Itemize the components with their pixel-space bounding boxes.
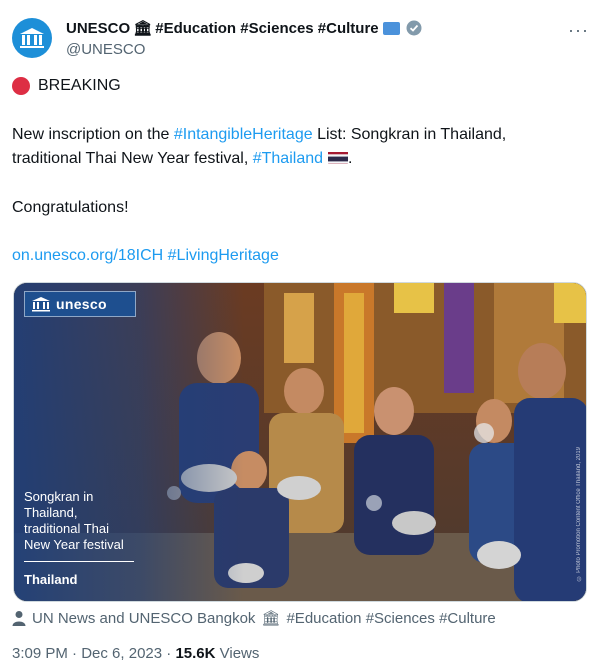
- breaking-line: BREAKING: [12, 77, 121, 95]
- tweet-text-prefix-2: traditional Thai New Year festival,: [12, 150, 253, 167]
- person-icon: [12, 611, 26, 626]
- tagged-users[interactable]: UN News and UNESCO Bangkok 🏛 #Education …: [12, 609, 496, 627]
- meta-separator: ·: [67, 645, 82, 662]
- media-caption: Songkran in Thailand, traditional Thai N…: [24, 489, 124, 552]
- hashtag-livingheritage-link[interactable]: #LivingHeritage: [168, 247, 279, 264]
- author-name-suffix[interactable]: #Education #Sciences #Culture: [155, 20, 378, 37]
- media-country: Thailand: [24, 572, 78, 587]
- tweet-time[interactable]: 3:09 PM: [12, 645, 68, 662]
- tweet-text-suffix: List: Songkran in Thailand,: [312, 126, 507, 143]
- unesco-logo-text: unesco: [56, 296, 107, 312]
- unesco-temple-icon: [20, 28, 44, 48]
- more-options-button[interactable]: ···: [568, 20, 589, 41]
- breaking-text: BREAKING: [38, 77, 121, 94]
- views-label: Views: [215, 645, 260, 662]
- unesco-temple-icon: [32, 297, 50, 312]
- tweet-text-prefix: New inscription on the: [12, 126, 174, 143]
- author-handle[interactable]: @UNESCO: [66, 41, 145, 58]
- caption-divider: [24, 561, 134, 562]
- links-line: on.unesco.org/18ICH #LivingHeritage: [12, 244, 279, 268]
- thailand-flag-icon: [328, 150, 349, 164]
- tweet-text-end: .: [348, 150, 353, 167]
- verified-badge-icon: [406, 20, 422, 36]
- tweet-date[interactable]: Dec 6, 2023: [81, 645, 162, 662]
- red-circle-icon: [12, 77, 30, 95]
- author-name[interactable]: UNESCO: [66, 20, 130, 37]
- hashtag-intangibleheritage-link[interactable]: #IntangibleHeritage: [174, 126, 313, 143]
- tweet-meta: 3:09 PM · Dec 6, 2023 · 15.6K Views: [12, 645, 259, 662]
- tagged-text[interactable]: UN News and UNESCO Bangkok: [32, 610, 255, 627]
- unesco-logo: unesco: [24, 291, 136, 317]
- festival-photo: [14, 283, 586, 601]
- tweet-text-line-2: traditional Thai New Year festival, #Tha…: [12, 147, 352, 171]
- classical-building-icon: 🏛: [261, 610, 281, 627]
- avatar[interactable]: [12, 18, 52, 58]
- author-name-row[interactable]: UNESCO 🏛 #Education #Sciences #Culture: [66, 19, 422, 37]
- meta-separator: ·: [162, 645, 176, 662]
- photo-credit: © Photo Promotion Content Office Thailan…: [576, 447, 582, 581]
- views-count: 15.6K: [175, 645, 216, 662]
- hashtag-thailand-link[interactable]: #Thailand: [253, 150, 323, 167]
- unesco-short-link[interactable]: on.unesco.org/18ICH: [12, 247, 163, 264]
- un-flag-icon: [382, 21, 400, 35]
- tweet-media-image[interactable]: unesco Songkran in Thailand, traditional…: [13, 282, 587, 602]
- tweet-text-line-1: New inscription on the #IntangibleHerita…: [12, 123, 506, 147]
- congrats-text: Congratulations!: [12, 199, 129, 216]
- classical-building-icon: 🏛: [133, 20, 153, 37]
- tagged-suffix[interactable]: #Education #Sciences #Culture: [286, 610, 495, 627]
